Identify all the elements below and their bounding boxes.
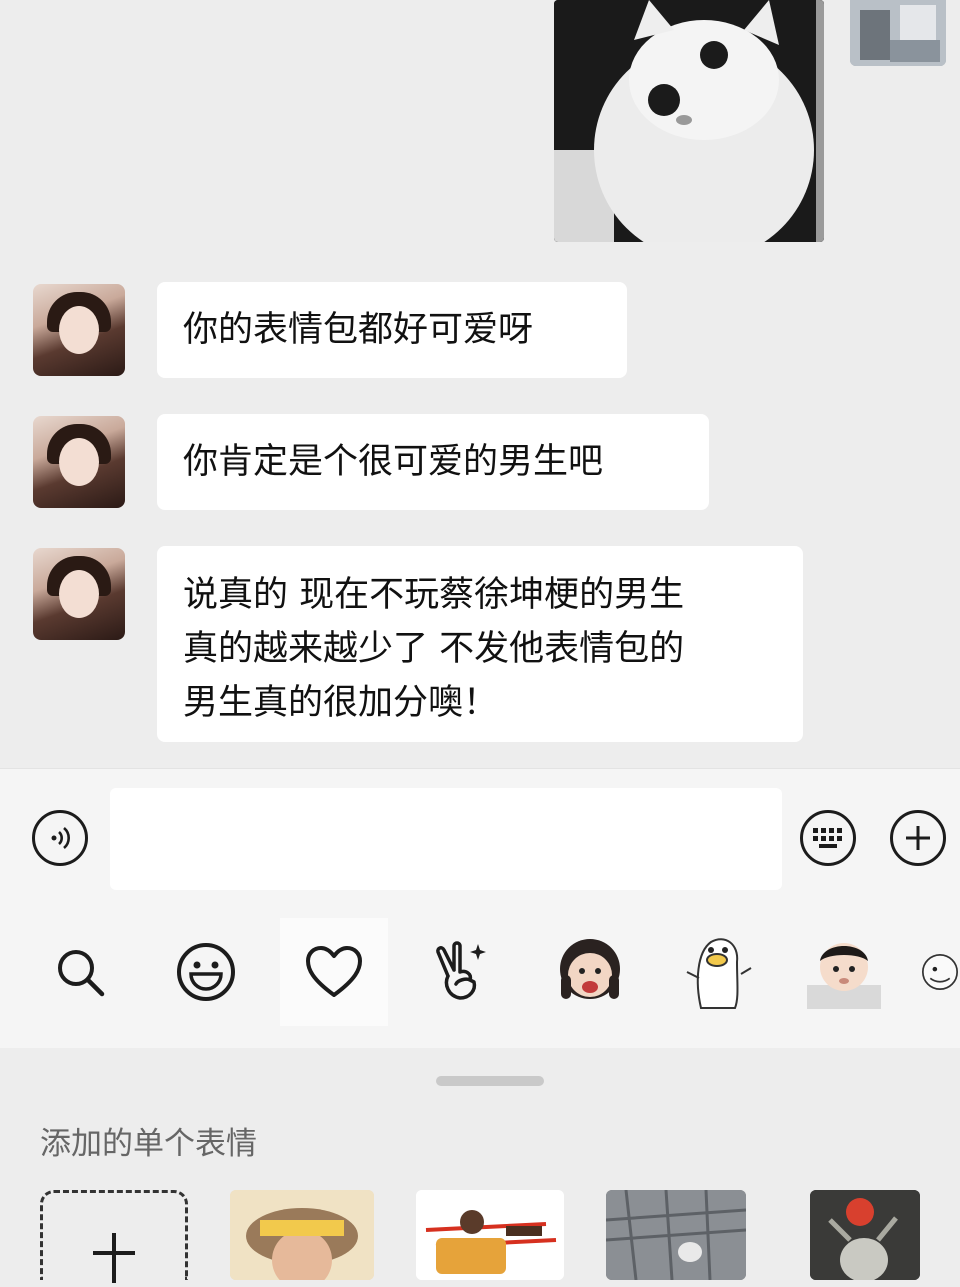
sticker-baby: [807, 943, 881, 1009]
cat-image: [554, 0, 824, 242]
message-bubble[interactable]: 你的表情包都好可爱呀: [157, 282, 627, 378]
tab-sticker-pack[interactable]: [664, 918, 772, 1026]
message-text: 你的表情包都好可爱呀: [183, 310, 534, 350]
tab-search[interactable]: [26, 918, 134, 1026]
message-text: 你肯定是个很可爱的男生吧: [183, 442, 604, 482]
tab-emoji[interactable]: [152, 918, 260, 1026]
more-button[interactable]: [890, 810, 946, 866]
small-photo: [850, 0, 946, 66]
sent-image-cat[interactable]: [554, 0, 824, 242]
message-input[interactable]: [110, 788, 782, 890]
sticker-item[interactable]: [810, 1190, 920, 1280]
keyboard-icon: [813, 828, 842, 848]
sticker-item[interactable]: [606, 1190, 746, 1280]
avatar[interactable]: [33, 284, 125, 376]
tab-favorites[interactable]: [280, 918, 388, 1026]
sticker-cartoon: [922, 954, 958, 990]
sticker-image: [606, 1190, 746, 1280]
tab-sticker-pack[interactable]: [920, 918, 960, 1026]
plus-icon: [93, 1233, 135, 1283]
sticker-item[interactable]: [230, 1190, 374, 1280]
heart-icon: [306, 946, 362, 997]
message-bubble[interactable]: 说真的 现在不玩蔡徐坤梗的男生 真的越来越少了 不发他表情包的 男生真的很加分噢…: [157, 546, 803, 742]
message-line: 真的越来越少了 不发他表情包的: [183, 629, 685, 669]
sticker-image: [810, 1190, 920, 1280]
voice-button[interactable]: [32, 810, 88, 866]
sticker-item[interactable]: [416, 1190, 564, 1280]
smiley-icon: [177, 943, 235, 1001]
message-bubble[interactable]: 你肯定是个很可爱的男生吧: [157, 414, 709, 510]
keyboard-button[interactable]: [800, 810, 856, 866]
sticker-image: [230, 1190, 374, 1280]
victory-hand-icon: [436, 941, 486, 1000]
tab-sticker-pack[interactable]: [536, 918, 644, 1026]
add-sticker-button[interactable]: [40, 1190, 188, 1283]
message-line: 男生真的很加分噢！: [183, 683, 499, 723]
search-icon: [58, 950, 105, 997]
chat-area: 你的表情包都好可爱呀 你肯定是个很可爱的男生吧 说真的 现在不玩蔡徐坤梗的男生 …: [0, 0, 960, 768]
sticker-duck: [686, 938, 752, 1009]
sticker-girl: [560, 939, 620, 999]
message-line: 说真的 现在不玩蔡徐坤梗的男生: [183, 575, 685, 615]
sent-image-small[interactable]: [850, 0, 946, 66]
tab-sticker-pack[interactable]: [790, 918, 898, 1026]
plus-circle-icon: [906, 826, 930, 850]
voice-icon: [51, 827, 70, 849]
section-title: 添加的单个表情: [40, 1126, 257, 1162]
avatar[interactable]: [33, 416, 125, 508]
sticker-image: [416, 1190, 564, 1280]
drag-handle[interactable]: [436, 1076, 544, 1086]
tab-gestures[interactable]: [406, 918, 514, 1026]
avatar[interactable]: [33, 548, 125, 640]
